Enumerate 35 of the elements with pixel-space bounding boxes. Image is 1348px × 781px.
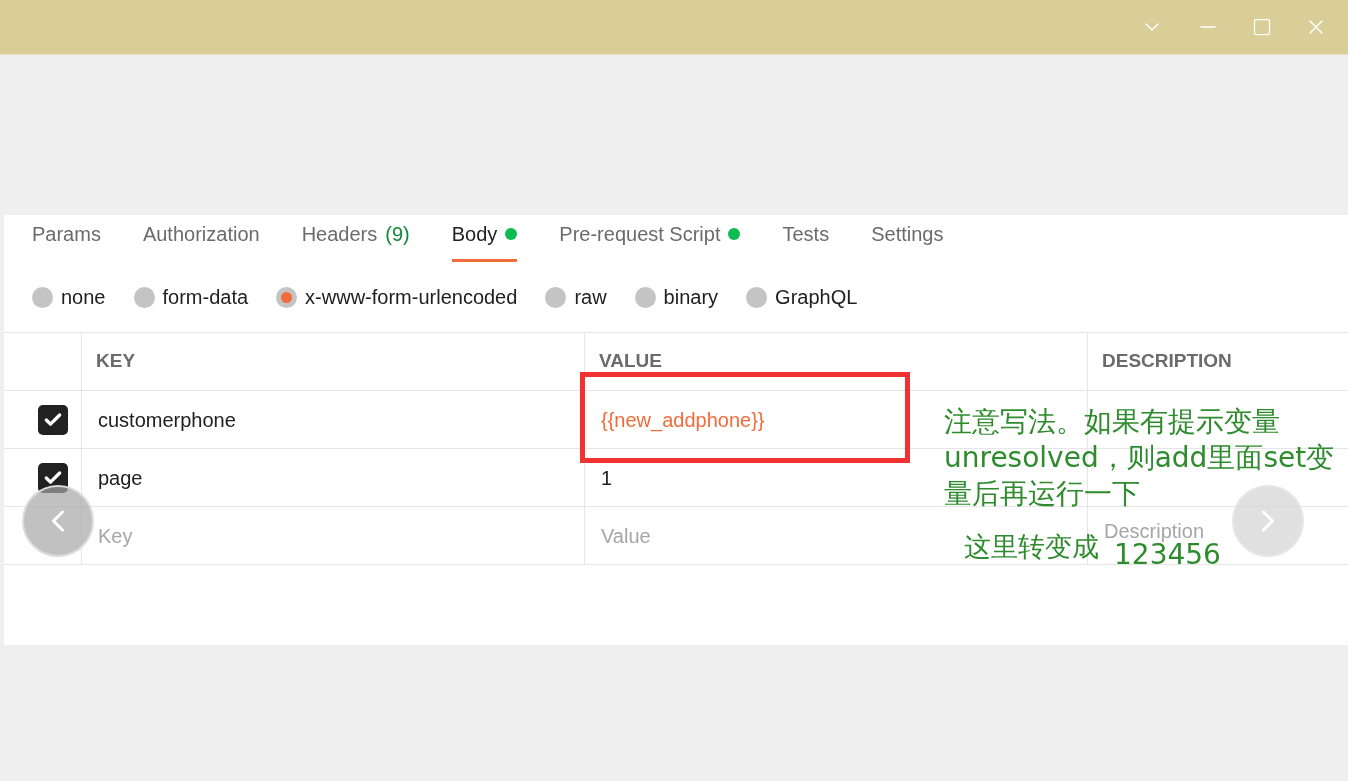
- table-cell-text: {{new_addphone}}: [601, 407, 765, 434]
- radio-label: raw: [574, 285, 607, 310]
- radio-button[interactable]: [133, 286, 155, 308]
- table-cell-text: page: [98, 465, 143, 491]
- tab[interactable]: Authorization: [142, 219, 260, 262]
- column-header: KEY: [96, 349, 136, 374]
- radio-button[interactable]: [545, 286, 567, 308]
- annotation-text: 这里转变成: [964, 530, 1099, 564]
- column-header: DESCRIPTION: [1102, 349, 1232, 374]
- tab-count: (9): [385, 222, 410, 247]
- table-cell-text: 1: [601, 465, 613, 491]
- radio-button[interactable]: [746, 286, 768, 308]
- radio-label: GraphQL: [775, 285, 858, 310]
- radio-label: none: [61, 285, 106, 310]
- tab[interactable]: Pre-request Script: [559, 219, 741, 262]
- radio-label: form-data: [162, 285, 249, 310]
- tab[interactable]: Settings: [871, 219, 944, 262]
- radio-button[interactable]: [32, 286, 53, 308]
- tab[interactable]: Headers (9): [301, 219, 410, 262]
- table-cell-text: customerphone: [98, 407, 236, 433]
- annotation-text: 123456: [1114, 541, 1221, 569]
- tab[interactable]: Body: [451, 219, 518, 262]
- radio-label: binary: [663, 285, 719, 310]
- value-field[interactable]: Value: [601, 520, 681, 551]
- radio-label: x-www-form-urlencoded: [305, 285, 518, 310]
- description-field[interactable]: Description: [1104, 519, 1226, 543]
- maximize-icon[interactable]: [1252, 17, 1272, 37]
- radio-button[interactable]: [634, 286, 656, 308]
- radio-button[interactable]: [276, 286, 298, 308]
- tab[interactable]: Tests: [782, 219, 830, 262]
- checkbox[interactable]: [37, 404, 68, 435]
- column-header: VALUE: [599, 349, 662, 374]
- key-field[interactable]: Key: [98, 520, 158, 551]
- tab[interactable]: Params: [32, 219, 101, 262]
- annotation-text: 注意写法。如果有提示变量unresolved，则add里面set变量后再运行一下: [944, 404, 1336, 512]
